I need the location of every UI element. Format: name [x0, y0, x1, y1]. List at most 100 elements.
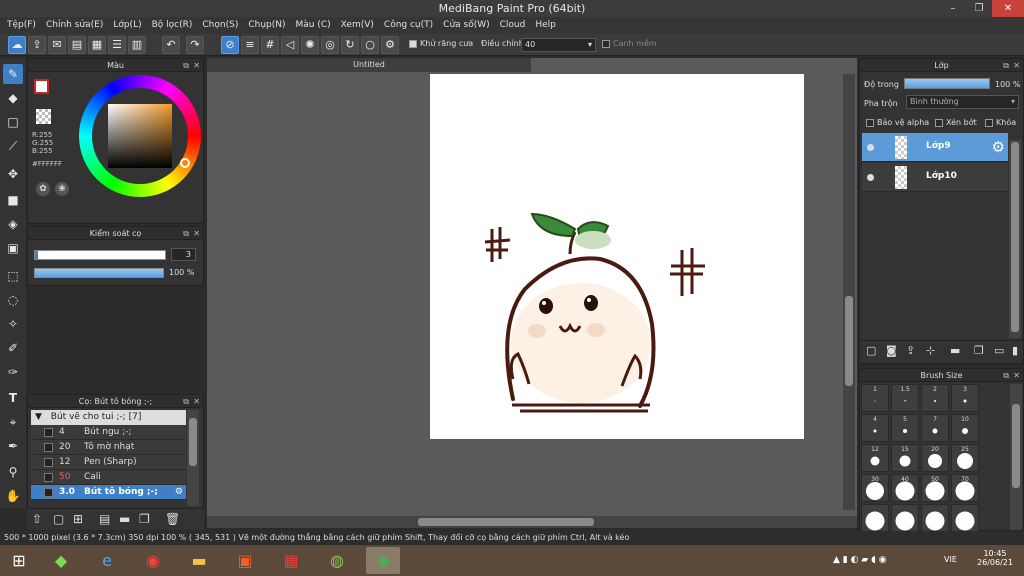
layer-row[interactable]: Lớp9 ⚙ — [862, 133, 1008, 162]
brush-size-cell[interactable]: 5 — [891, 414, 919, 442]
hand-tool-icon[interactable]: ✋ — [3, 486, 23, 506]
new-brush-icon[interactable]: ▢ — [53, 512, 64, 526]
popout-icon[interactable]: ⧉ — [1003, 369, 1009, 382]
popout-icon[interactable]: ⧉ — [1003, 59, 1009, 72]
document-tab[interactable]: Untitled — [207, 58, 531, 72]
app-grid-icon[interactable]: ▦ — [274, 547, 308, 574]
scroll-thumb[interactable] — [189, 418, 197, 466]
file-explorer-icon[interactable]: ▬ — [182, 547, 216, 574]
drawing-canvas[interactable] — [430, 74, 804, 439]
bucket-tool-icon[interactable]: ◈ — [3, 214, 23, 234]
menu-help[interactable]: Help — [530, 17, 561, 34]
tray-icons[interactable]: ▲ ▮ ◐ ▰ ◖ ◉ — [833, 555, 887, 565]
brush-size-cell[interactable]: 40 — [891, 474, 919, 502]
move-tool-icon[interactable]: ✥ — [3, 164, 23, 184]
gear-icon[interactable]: ⚙ — [175, 485, 183, 500]
maximize-button[interactable]: ❐ — [966, 0, 992, 17]
protect-alpha-checkbox[interactable] — [866, 118, 874, 127]
brush-size-slider[interactable] — [34, 250, 166, 260]
folder-icon[interactable]: ▬ — [950, 344, 960, 357]
new-layer-type-icon[interactable]: ◙ — [886, 344, 897, 357]
radial-snap-icon[interactable]: ✺ — [301, 36, 319, 54]
menu-cloud[interactable]: Cloud — [495, 17, 531, 34]
scroll-thumb[interactable] — [845, 296, 853, 386]
menu-view[interactable]: Xem(V) — [336, 17, 379, 34]
close-icon[interactable]: ✕ — [193, 395, 200, 408]
no-snap-icon[interactable]: ⊘ — [221, 36, 239, 54]
antialias-toggle[interactable]: Khử răng cưa — [409, 39, 473, 48]
close-icon[interactable]: ✕ — [1013, 59, 1020, 72]
layer-tool-icon[interactable]: ⊹ — [926, 344, 935, 357]
hue-picker-handle[interactable] — [180, 158, 190, 168]
brush-size-cell[interactable] — [921, 504, 949, 532]
duplicate-icon[interactable]: ❐ — [974, 344, 984, 357]
windows-start-icon[interactable]: ⊞ — [2, 547, 36, 574]
brush-size-cell[interactable] — [861, 504, 889, 532]
canvas-horizontal-scrollbar[interactable] — [207, 516, 857, 528]
grid-icon[interactable]: ▥ — [128, 36, 146, 54]
close-icon[interactable]: ✕ — [193, 59, 200, 72]
menu-color[interactable]: Màu (C) — [291, 17, 336, 34]
popout-icon[interactable]: ⧉ — [183, 227, 189, 240]
saturation-value-square[interactable] — [108, 104, 172, 168]
layer-row[interactable]: Lớp10 — [862, 163, 1008, 192]
undo-icon[interactable]: ↶ — [162, 36, 180, 54]
brush-settings-icon[interactable]: ▤ — [99, 512, 110, 526]
menu-edit[interactable]: Chỉnh sửa(E) — [41, 17, 108, 34]
layer-opacity-slider[interactable] — [904, 78, 990, 89]
zoom-tool-icon[interactable]: ⚲ — [3, 462, 23, 482]
brush-list-scrollbar[interactable] — [187, 410, 199, 506]
add-brush-icon[interactable]: ⇧ — [32, 512, 42, 526]
list-icon[interactable]: ☰ — [108, 36, 126, 54]
upload-icon[interactable]: ⇪ — [28, 36, 46, 54]
transparent-color-swatch[interactable] — [36, 109, 51, 124]
brush-size-cell[interactable]: 4 — [861, 414, 889, 442]
divide-tool-icon[interactable]: ⌖ — [3, 412, 23, 432]
primary-color-swatch[interactable] — [34, 79, 49, 94]
adjust-select[interactable]: 40 ▾ — [521, 38, 596, 52]
settings-icon[interactable]: ⚙ — [381, 36, 399, 54]
document-icon[interactable]: ▦ — [88, 36, 106, 54]
brush-size-cell[interactable]: 15 — [891, 444, 919, 472]
menu-window[interactable]: Cửa số(W) — [438, 17, 494, 34]
medibang-taskbar-icon[interactable]: ◉ — [366, 547, 400, 574]
vanish-snap-icon[interactable]: ◁ — [281, 36, 299, 54]
clipping-toggle[interactable]: Xén bớt — [935, 118, 977, 127]
ellipse-snap-icon[interactable]: ○ — [361, 36, 379, 54]
close-icon[interactable]: ✕ — [1013, 369, 1020, 382]
scroll-thumb[interactable] — [418, 518, 594, 526]
close-icon[interactable]: ✕ — [193, 227, 200, 240]
text-tool-icon[interactable]: T — [3, 388, 23, 408]
duplicate-icon[interactable]: ❐ — [139, 512, 150, 526]
game-app-icon[interactable]: ◍ — [320, 547, 354, 574]
internet-explorer-icon[interactable]: e — [90, 547, 124, 574]
circle-snap-icon[interactable]: ◎ — [321, 36, 339, 54]
brush-size-cell[interactable]: 50 — [921, 474, 949, 502]
comment-icon[interactable]: ▤ — [68, 36, 86, 54]
snap-soft-checkbox[interactable] — [602, 39, 610, 48]
brush-size-cell[interactable]: 3 — [951, 384, 979, 412]
brush-size-cell[interactable]: 1.5 — [891, 384, 919, 412]
clipping-checkbox[interactable] — [935, 118, 943, 127]
brush-size-cell[interactable]: 70 — [951, 474, 979, 502]
snap-soft-toggle[interactable]: Canh mềm — [602, 39, 657, 48]
select-tool-icon[interactable]: ⬚ — [3, 266, 23, 286]
new-layer-icon[interactable]: ▢ — [866, 344, 876, 357]
eye-icon[interactable] — [867, 144, 874, 151]
parallel-snap-icon[interactable]: ≡ — [241, 36, 259, 54]
gear-icon[interactable]: ⚙ — [992, 138, 1005, 156]
popout-icon[interactable]: ⧉ — [183, 59, 189, 72]
scroll-thumb[interactable] — [1011, 142, 1019, 332]
brush-size-cell[interactable]: 30 — [861, 474, 889, 502]
curve-snap-icon[interactable]: ↻ — [341, 36, 359, 54]
redo-icon[interactable]: ↷ — [186, 36, 204, 54]
protect-alpha-toggle[interactable]: Bảo vệ alpha — [866, 118, 929, 127]
menu-snap[interactable]: Chụp(N) — [243, 17, 290, 34]
brush-size-cell[interactable]: 1 — [861, 384, 889, 412]
brush-item[interactable]: 50 Cali — [31, 470, 186, 485]
rectangle-tool-icon[interactable]: □ — [3, 112, 23, 132]
menu-filter[interactable]: Bộ lọc(R) — [147, 17, 198, 34]
palette-icon[interactable]: ✿ — [36, 182, 50, 196]
copy-brush-icon[interactable]: ⊞ — [73, 512, 83, 526]
brush-opacity-slider[interactable] — [34, 268, 164, 278]
